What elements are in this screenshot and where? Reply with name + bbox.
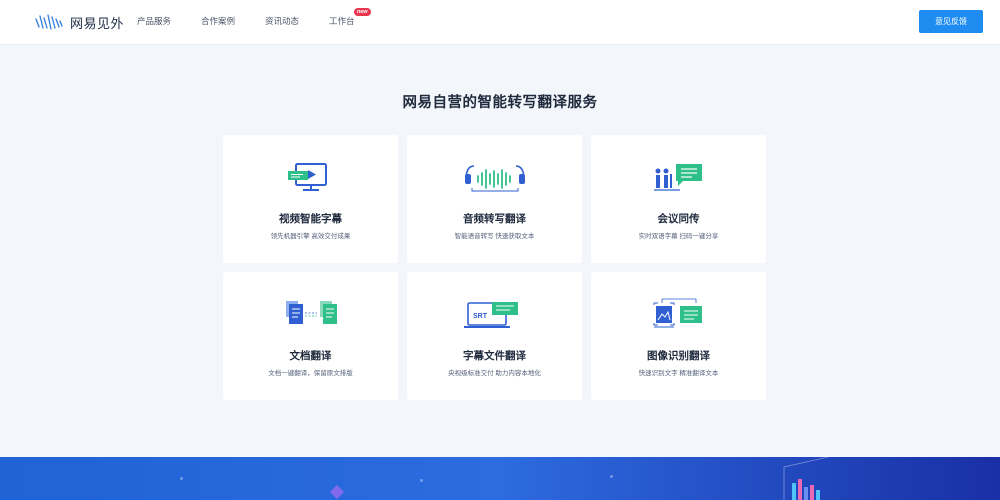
image-recognition-icon: [653, 298, 702, 328]
card-desc: 央视级标准交付 助力内容本地化: [448, 370, 541, 377]
card-image-recognition[interactable]: 图像识别翻译 快速识别文字 精准翻译文本: [591, 272, 766, 400]
feedback-button[interactable]: 意见反馈: [919, 10, 983, 33]
card-title: 文档翻译: [289, 350, 332, 362]
srt-subtitle-icon: SRT: [463, 302, 518, 328]
decor-dot: [180, 477, 183, 480]
page-title: 网易自营的智能转写翻译服务: [402, 95, 598, 111]
card-desc: 快速识别文字 精准翻译文本: [638, 370, 719, 377]
card-desc: 领先机器引擎 高效交付成果: [270, 233, 351, 240]
bottom-banner: [0, 457, 1000, 500]
card-desc: 智能语音转写 快速获取文本: [454, 233, 535, 240]
card-video-subtitle[interactable]: 视频智能字幕 领先机器引擎 高效交付成果: [223, 135, 398, 263]
nav-item-cases[interactable]: 合作案例: [201, 15, 235, 27]
audio-headphones-icon: [464, 165, 525, 192]
nav-item-news[interactable]: 资讯动态: [265, 15, 299, 27]
card-desc: 实时双语字幕 扫码一键分享: [638, 233, 719, 240]
card-title: 字幕文件翻译: [463, 350, 526, 362]
nav-item-products[interactable]: 产品服务: [137, 15, 171, 27]
document-translate-icon: [285, 301, 337, 324]
card-title: 音频转写翻译: [463, 213, 526, 225]
meeting-interpret-icon: [653, 164, 702, 191]
card-subtitle-file-translate[interactable]: SRT 字幕文件翻译 央视级标准交付 助力内容本地化: [407, 272, 582, 400]
card-title: 图像识别翻译: [647, 350, 710, 362]
bar-chart-decoration-icon: [783, 457, 829, 500]
new-badge: new: [353, 8, 371, 16]
svg-text:SRT: SRT: [473, 313, 488, 320]
top-header: 网易见外 产品服务 合作案例 资讯动态 工作台 new 意见反馈: [0, 0, 1000, 45]
card-audio-transcribe[interactable]: 音频转写翻译 智能语音转写 快速获取文本: [407, 135, 582, 263]
nav-item-workbench-label: 工作台: [329, 16, 355, 26]
card-title: 会议同传: [657, 213, 700, 225]
card-title: 视频智能字幕: [279, 213, 342, 225]
nav-item-workbench[interactable]: 工作台 new: [329, 8, 371, 27]
decor-dot: [610, 475, 613, 478]
logo[interactable]: 网易见外: [34, 12, 124, 32]
card-document-translate[interactable]: 文档翻译 文档一键翻译，保留原文排版: [223, 272, 398, 400]
video-monitor-icon: [287, 163, 327, 191]
card-desc: 文档一键翻译，保留原文排版: [268, 370, 353, 377]
decor-dot: [420, 479, 423, 482]
logo-text: 网易见外: [70, 15, 125, 31]
cube-decoration-icon: [329, 484, 345, 500]
card-meeting-interpret[interactable]: 会议同传 实时双语字幕 扫码一键分享: [591, 135, 766, 263]
logo-wave-icon: [35, 14, 63, 30]
main-nav: 产品服务 合作案例 资讯动态 工作台 new: [137, 8, 385, 27]
